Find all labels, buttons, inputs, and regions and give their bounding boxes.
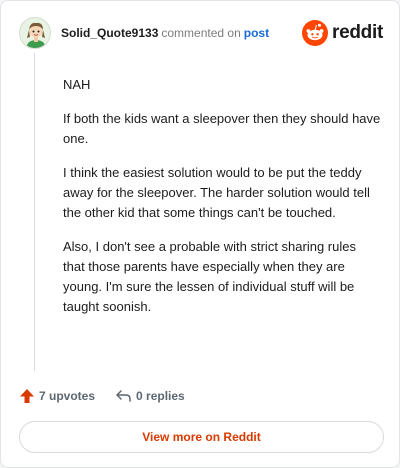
upvote-arrow-icon — [20, 389, 34, 403]
avatar-icon — [20, 18, 50, 48]
username-link[interactable]: Solid_Quote9133 — [61, 26, 158, 40]
post-link[interactable]: post — [244, 26, 269, 40]
comment-meta: Solid_Quote9133 commented on post — [61, 26, 269, 40]
reply-count: 0 replies — [136, 389, 185, 403]
reddit-logo-icon — [302, 20, 329, 46]
comment-actions: 7 upvotes 0 replies — [19, 385, 185, 407]
view-more-button[interactable]: View more on Reddit — [19, 421, 384, 453]
comment-embed-card: Solid_Quote9133 commented on post reddit N… — [0, 0, 400, 468]
reply-arrow-icon — [116, 390, 131, 402]
comment-paragraph: If both the kids want a sleepover then t… — [63, 111, 381, 146]
comment-paragraph: I think the easiest solution would to be… — [63, 165, 370, 220]
comment-action-text: commented on — [161, 26, 241, 40]
comment-header: Solid_Quote9133 commented on post reddit — [19, 17, 383, 51]
reddit-wordmark: reddit — [332, 22, 383, 43]
upvote-count: 7 upvotes — [39, 389, 96, 403]
thread-line — [34, 53, 35, 371]
reply-button[interactable]: 0 replies — [115, 388, 185, 404]
comment-paragraph: Also, I don't see a probable with strict… — [63, 239, 356, 314]
comment-paragraph: NAH — [63, 77, 91, 92]
upvote-button[interactable]: 7 upvotes — [19, 388, 95, 404]
comment-body: NAH If both the kids want a sleepover th… — [63, 75, 381, 331]
reddit-brand[interactable]: reddit — [302, 19, 383, 47]
user-avatar[interactable] — [19, 17, 51, 49]
